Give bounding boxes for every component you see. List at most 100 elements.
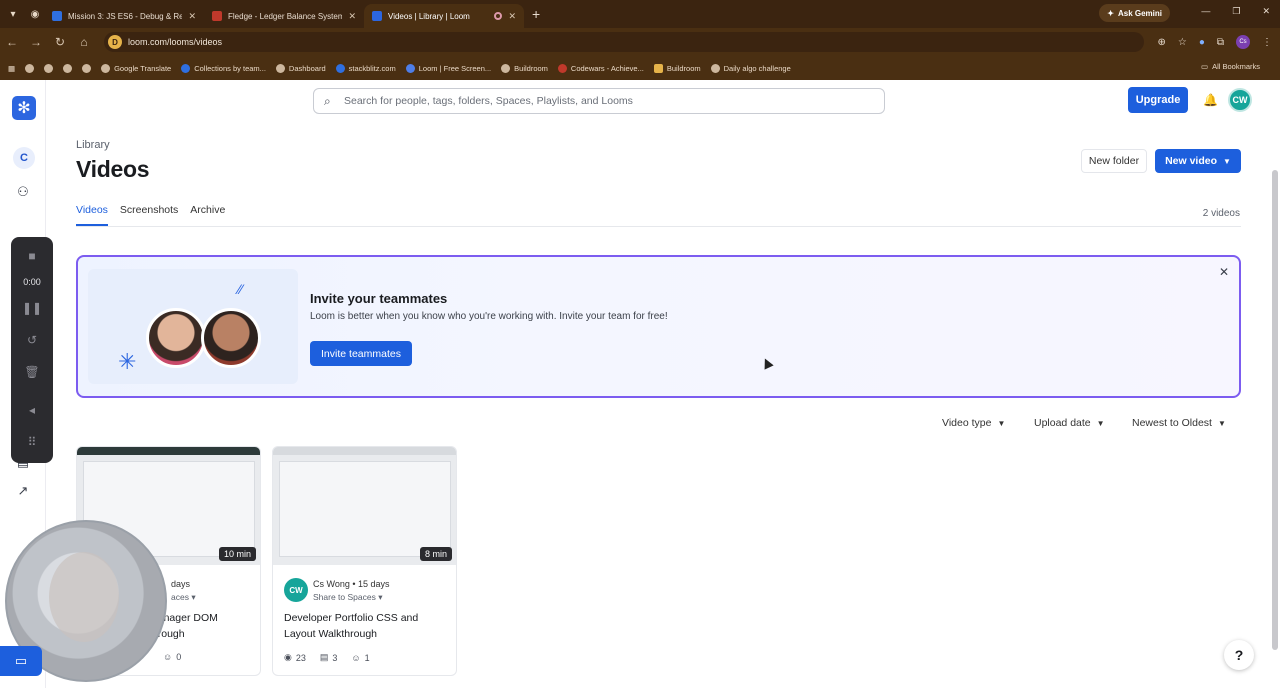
all-bookmarks[interactable]: ▭ All Bookmarks: [1201, 62, 1260, 71]
video-count: 2 videos: [1202, 208, 1240, 219]
close-icon[interactable]: ✕: [188, 11, 196, 22]
reload-icon[interactable]: ↻: [48, 35, 72, 49]
tab-archive[interactable]: Archive: [190, 204, 225, 226]
apps-icon[interactable]: ▦: [8, 64, 15, 73]
bookmark-item[interactable]: [25, 63, 35, 73]
insights-icon[interactable]: ↗: [14, 482, 32, 500]
duration-badge: 8 min: [419, 547, 452, 561]
bookmark-item[interactable]: Daily algo challenge: [710, 63, 791, 73]
chevron-down-icon: ▾: [191, 592, 196, 602]
loom-extension-icon[interactable]: ●: [1199, 37, 1205, 48]
maximize-icon[interactable]: ❐: [1232, 6, 1240, 17]
bookmark-item[interactable]: Loom | Free Screen...: [405, 63, 491, 73]
tab-favicon: [52, 11, 62, 21]
browser-tab-3[interactable]: Videos | Library | Loom ✕: [364, 4, 524, 28]
recording-indicator-icon: ◉: [30, 8, 40, 20]
bookmark-item[interactable]: Dashboard: [275, 63, 326, 73]
drag-handle-icon[interactable]: ⠿: [23, 433, 41, 451]
bookmark-item[interactable]: stackblitz.com: [335, 63, 396, 73]
user-avatar[interactable]: CW: [1228, 88, 1252, 112]
new-video-button[interactable]: New video ▼: [1155, 149, 1241, 173]
notifications-bell-icon[interactable]: 🔔: [1203, 93, 1218, 107]
sort-dropdown[interactable]: Newest to Oldest ▼: [1124, 412, 1234, 434]
invite-teammates-button[interactable]: Invite teammates: [310, 341, 412, 366]
globe-icon: [101, 63, 111, 73]
share-to-spaces[interactable]: Share to Spaces ▾: [313, 592, 390, 603]
tab-videos[interactable]: Videos: [76, 204, 108, 226]
bookmark-label: Dashboard: [288, 63, 326, 73]
new-tab-button[interactable]: +: [532, 6, 540, 22]
recording-time: 0:00: [23, 277, 41, 287]
menu-icon[interactable]: ⋮: [1262, 37, 1272, 48]
delete-icon[interactable]: 🗑: [23, 363, 41, 381]
address-bar[interactable]: D loom.com/looms/videos: [104, 32, 1144, 52]
bookmark-icon: [405, 63, 415, 73]
back-icon[interactable]: ←: [0, 35, 24, 49]
close-icon[interactable]: ✕: [508, 11, 516, 22]
banner-body: Loom is better when you know who you're …: [310, 311, 668, 322]
extensions-icon[interactable]: ⧉: [1217, 37, 1224, 48]
bookmark-icon: [501, 63, 511, 73]
window-controls: — ❐ ✕: [1201, 6, 1270, 17]
bookmark-item[interactable]: Buildroom: [653, 63, 701, 73]
browser-tab-2[interactable]: Fledge - Ledger Balance System ✕: [204, 4, 364, 28]
chevron-down-icon: ▼: [1217, 418, 1226, 428]
close-icon[interactable]: ✕: [1219, 265, 1229, 279]
video-thumbnail[interactable]: 8 min: [273, 447, 456, 565]
draw-icon[interactable]: ◂: [23, 401, 41, 419]
video-stats: ◉ 23 ▤ 3 ☺ 1: [284, 652, 370, 663]
camera-toggle-icon[interactable]: ▭: [0, 646, 42, 676]
author-name[interactable]: Cs Wong: [313, 579, 350, 589]
browser-tab-1[interactable]: Mission 3: JS ES6 - Debug & Re ✕: [44, 4, 204, 28]
help-button[interactable]: ?: [1224, 640, 1254, 670]
folder-icon: [653, 63, 663, 73]
upload-date-filter[interactable]: Upload date ▼: [1026, 412, 1113, 434]
bookmark-item[interactable]: Buildroom: [501, 63, 548, 73]
new-folder-button[interactable]: New folder: [1081, 149, 1147, 173]
search-input[interactable]: [344, 95, 884, 107]
teammate-photo: [146, 308, 206, 368]
bookmark-item[interactable]: [82, 63, 92, 73]
forward-icon[interactable]: →: [24, 35, 48, 49]
views-stat: ◉ 23: [284, 652, 306, 663]
bookmark-item[interactable]: Collections by team...: [181, 63, 266, 73]
loom-logo[interactable]: ✻: [12, 96, 36, 120]
video-card[interactable]: 8 min CW Cs Wong • 15 days Share to Spac…: [272, 446, 457, 676]
restart-icon[interactable]: ↺: [23, 331, 41, 349]
bookmark-item[interactable]: [44, 63, 54, 73]
stop-icon[interactable]: ■: [23, 247, 41, 265]
search-bar[interactable]: ⌕: [313, 88, 885, 114]
close-icon[interactable]: ✕: [348, 11, 356, 22]
bookmark-star-icon[interactable]: ☆: [1178, 37, 1187, 48]
add-user-icon[interactable]: ⚇: [14, 183, 32, 201]
reactions-count: 0: [176, 652, 182, 662]
video-type-filter[interactable]: Video type ▼: [934, 412, 1013, 434]
webcam-person: [49, 552, 119, 642]
minimize-icon[interactable]: —: [1201, 6, 1210, 17]
share-to-spaces[interactable]: aces ▾: [171, 592, 196, 603]
banner-illustration: ✳ ⁄⁄: [88, 269, 298, 384]
workspace-avatar[interactable]: C: [13, 147, 35, 169]
author-avatar[interactable]: CW: [284, 578, 308, 602]
pause-icon[interactable]: ❚❚: [22, 299, 42, 317]
bookmark-item[interactable]: Google Translate: [101, 63, 172, 73]
breadcrumb[interactable]: Library: [76, 139, 110, 151]
bookmark-item[interactable]: [63, 63, 73, 73]
bookmark-icon: [63, 63, 73, 73]
folder-icon: ▭: [1200, 62, 1209, 71]
video-title[interactable]: Developer Portfolio CSS and Layout Walkt…: [284, 610, 449, 642]
home-icon[interactable]: ⌂: [72, 35, 96, 49]
site-info-icon[interactable]: D: [108, 35, 122, 49]
bookmark-icon: [335, 63, 345, 73]
zoom-icon[interactable]: ⊕: [1157, 37, 1165, 48]
profile-avatar[interactable]: Cs: [1236, 35, 1250, 49]
close-window-icon[interactable]: ✕: [1262, 6, 1270, 17]
ask-gemini-button[interactable]: ✦ Ask Gemini: [1099, 4, 1170, 22]
tab-screenshots[interactable]: Screenshots: [120, 204, 178, 226]
bookmark-item[interactable]: Codewars - Achieve...: [557, 63, 644, 73]
upgrade-button[interactable]: Upgrade: [1128, 87, 1188, 113]
scrollbar[interactable]: [1272, 170, 1278, 650]
tab-favicon: [212, 11, 222, 21]
bookmark-label: Google Translate: [114, 63, 172, 73]
tab-search-icon[interactable]: ▾: [4, 5, 22, 23]
